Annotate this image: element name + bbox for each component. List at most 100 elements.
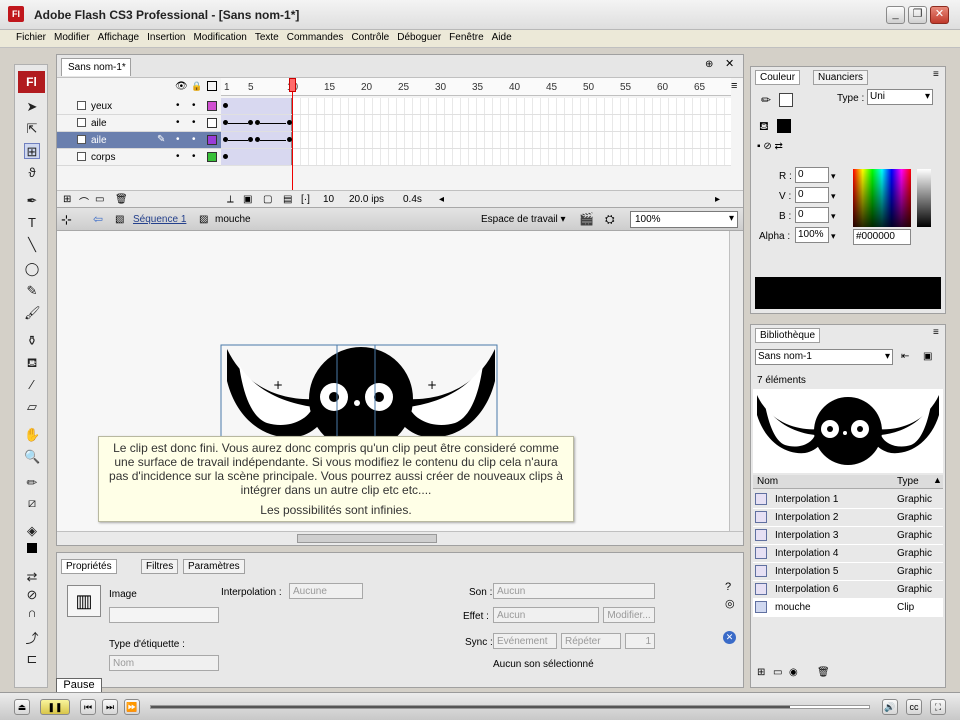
breadcrumb-scene[interactable]: Séquence 1: [133, 214, 186, 225]
new-folder-icon[interactable]: ▭: [95, 194, 104, 205]
label-type-select[interactable]: Nom: [109, 655, 219, 671]
skip-back-button[interactable]: ⏮: [80, 699, 96, 715]
swap-colors-icon[interactable]: ⇄: [24, 569, 40, 585]
panel-menu-icon[interactable]: ≡: [933, 69, 939, 80]
scroll-thumb[interactable]: [297, 534, 437, 543]
onion-outline-icon[interactable]: ▢: [263, 194, 272, 205]
keyframe[interactable]: [248, 137, 253, 142]
oval-tool-icon[interactable]: ◯: [24, 261, 40, 277]
minimize-button[interactable]: _: [886, 6, 905, 24]
no-color-icon[interactable]: ⧄: [24, 495, 40, 511]
menu-affichage[interactable]: Affichage: [94, 30, 144, 43]
menu-modification[interactable]: Modification: [189, 30, 250, 43]
close-button[interactable]: ✕: [930, 6, 949, 24]
fill-bucket-icon[interactable]: ⛾: [759, 119, 769, 135]
sync-select[interactable]: Evénement: [493, 633, 557, 649]
frames-row[interactable]: [221, 132, 731, 149]
library-item[interactable]: Interpolation 1 Graphic: [753, 491, 943, 509]
progress-track[interactable]: [150, 705, 870, 709]
menu-commandes[interactable]: Commandes: [283, 30, 348, 43]
repeat-count-input[interactable]: 1: [625, 633, 655, 649]
modifier-button[interactable]: Modifier...: [603, 607, 655, 623]
stage-horizontal-scrollbar[interactable]: [57, 531, 743, 545]
layer-color-swatch[interactable]: [207, 118, 217, 128]
snap-magnet-icon[interactable]: ∩: [24, 605, 40, 621]
lasso-tool-icon[interactable]: ϑ: [24, 165, 40, 181]
pen-tool-icon[interactable]: ✒: [24, 193, 40, 209]
selection-tool-icon[interactable]: ➤: [24, 99, 40, 115]
library-item[interactable]: Interpolation 3 Graphic: [753, 527, 943, 545]
col-name-header[interactable]: Nom: [757, 476, 778, 487]
edit-symbol-icon[interactable]: ⛭: [605, 212, 615, 227]
keyframe[interactable]: [248, 120, 253, 125]
tab-parametres[interactable]: Paramètres: [183, 559, 245, 574]
menu-fichier[interactable]: Fichier: [12, 30, 50, 43]
subselection-tool-icon[interactable]: ⇱: [24, 121, 40, 137]
exit-icon[interactable]: ⏏: [14, 699, 30, 715]
layer-color-swatch[interactable]: [207, 135, 217, 145]
menu-insertion[interactable]: Insertion: [143, 30, 189, 43]
breadcrumb-symbol[interactable]: mouche: [215, 214, 251, 225]
paint-bucket-icon[interactable]: ⛾: [24, 355, 40, 371]
lock-dot[interactable]: •: [192, 134, 196, 145]
layer-color-swatch[interactable]: [207, 101, 217, 111]
onion-skin-icon[interactable]: ▣: [243, 194, 252, 205]
center-frame-icon[interactable]: ⟂: [227, 194, 234, 205]
lock-icon[interactable]: 🔒: [191, 81, 202, 92]
free-transform-tool-icon[interactable]: ⊞: [24, 143, 40, 159]
new-symbol-icon[interactable]: ⊞: [757, 667, 765, 678]
library-item-selected[interactable]: mouche Clip: [753, 599, 943, 617]
fill-swatch[interactable]: [777, 119, 791, 133]
new-library-icon[interactable]: ▣: [923, 351, 932, 362]
menu-texte[interactable]: Texte: [251, 30, 283, 43]
brush-tool-icon[interactable]: 🖌: [24, 305, 41, 321]
v-stepper[interactable]: ▾: [831, 191, 836, 202]
eye-icon[interactable]: 👁: [175, 81, 188, 92]
keyframe[interactable]: [223, 103, 228, 108]
step-forward-button[interactable]: ⏭: [102, 699, 118, 715]
swap-color-icons[interactable]: ▪ ⊘ ⇄: [757, 141, 783, 152]
fullscreen-icon[interactable]: ⛶: [930, 699, 946, 715]
back-arrow-icon[interactable]: ⇦: [93, 212, 103, 226]
stroke-swatch[interactable]: [779, 93, 793, 107]
menu-modifier[interactable]: Modifier: [50, 30, 94, 43]
timeline-menu-icon[interactable]: ≡: [731, 80, 737, 92]
zoom-tool-icon[interactable]: 🔍: [24, 449, 40, 465]
pin-library-icon[interactable]: ⇤: [901, 351, 909, 362]
playhead[interactable]: [289, 78, 296, 92]
menu-aide[interactable]: Aide: [488, 30, 516, 43]
settings-icon[interactable]: ◎: [725, 597, 735, 610]
interpolation-select[interactable]: Aucune: [289, 583, 363, 599]
tab-proprietes[interactable]: Propriétés: [61, 559, 117, 574]
lock-dot[interactable]: •: [192, 100, 196, 111]
captions-icon[interactable]: cc: [906, 699, 922, 715]
type-select[interactable]: Uni ▾: [867, 89, 933, 105]
panel-menu-icon[interactable]: ≡: [933, 327, 939, 338]
b-input[interactable]: 0: [795, 207, 829, 223]
alpha-stepper[interactable]: ▾: [831, 231, 836, 242]
frames-row[interactable]: [221, 98, 731, 115]
zoom-select[interactable]: 100% ▾: [630, 211, 738, 228]
workspace-dropdown[interactable]: Espace de travail ▾: [481, 214, 566, 225]
new-layer-icon[interactable]: ⊞: [63, 194, 71, 205]
straighten-icon[interactable]: ⊏: [24, 651, 40, 667]
sort-up-icon[interactable]: ▲: [933, 475, 942, 485]
library-item[interactable]: Interpolation 5 Graphic: [753, 563, 943, 581]
visible-dot[interactable]: •: [176, 117, 180, 128]
keyframe[interactable]: [223, 154, 228, 159]
timeline-ruler[interactable]: 1 5 10 15 20 25 30 35 40 45 50 55 60 65: [221, 78, 731, 96]
pencil-tool-icon[interactable]: ✎: [24, 283, 40, 299]
b-stepper[interactable]: ▾: [831, 211, 836, 222]
document-tab[interactable]: Sans nom-1*: [61, 58, 131, 76]
eraser-tool-icon[interactable]: ▱: [24, 399, 40, 415]
layer-row-yeux[interactable]: yeux • •: [57, 98, 221, 115]
no-stroke-icon[interactable]: ⊘: [24, 587, 40, 603]
r-stepper[interactable]: ▾: [831, 171, 836, 182]
col-type-header[interactable]: Type: [897, 476, 919, 487]
hand-tool-icon[interactable]: ✋: [24, 427, 40, 443]
delete-icon[interactable]: 🗑: [817, 667, 830, 678]
new-folder-icon[interactable]: ▭: [773, 667, 782, 678]
lock-dot[interactable]: •: [192, 151, 196, 162]
text-tool-icon[interactable]: T: [24, 215, 40, 231]
restore-button[interactable]: ❐: [908, 6, 927, 24]
